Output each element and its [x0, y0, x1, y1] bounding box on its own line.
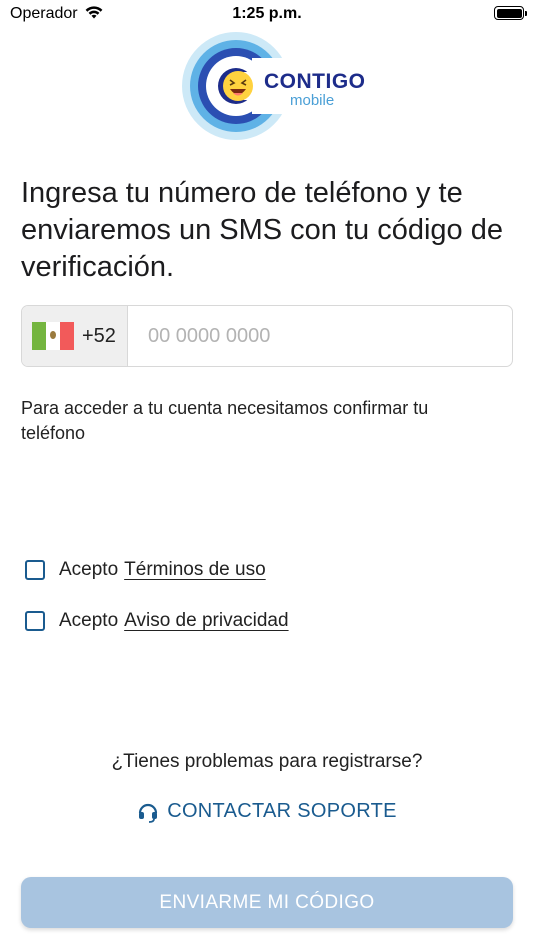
- battery-icon: [494, 6, 527, 20]
- terms-prefix: Acepto: [59, 559, 119, 580]
- page-title: Ingresa tu número de teléfono y te envia…: [21, 177, 503, 283]
- country-selector[interactable]: +52: [22, 306, 128, 366]
- logo-brand: CONTIGO: [264, 70, 366, 93]
- helper-text: Para acceder a tu cuenta necesitamos con…: [21, 398, 429, 443]
- terms-row: Acepto Términos de uso: [25, 559, 266, 581]
- country-code: +52: [82, 324, 116, 347]
- mexico-flag-icon: [32, 322, 74, 350]
- headset-icon: [139, 803, 158, 823]
- status-bar: Operador 1:25 p.m.: [0, 0, 534, 30]
- support-question: ¿Tienes problemas para registrarse?: [111, 751, 423, 772]
- privacy-prefix: Acepto: [59, 610, 119, 631]
- privacy-checkbox[interactable]: [25, 611, 45, 631]
- logo-sub: mobile: [290, 92, 335, 109]
- phone-field: +52: [21, 305, 513, 367]
- privacy-row: Acepto Aviso de privacidad: [25, 610, 289, 632]
- terms-link[interactable]: Términos de uso: [124, 559, 266, 581]
- terms-checkbox[interactable]: [25, 560, 45, 580]
- status-time: 1:25 p.m.: [232, 5, 302, 22]
- contact-support-button[interactable]: CONTACTAR SOPORTE: [0, 800, 534, 823]
- send-code-button[interactable]: ENVIARME MI CÓDIGO: [21, 877, 513, 928]
- phone-input[interactable]: [128, 306, 512, 366]
- privacy-link[interactable]: Aviso de privacidad: [124, 610, 288, 632]
- contact-support-label: CONTACTAR SOPORTE: [167, 800, 397, 822]
